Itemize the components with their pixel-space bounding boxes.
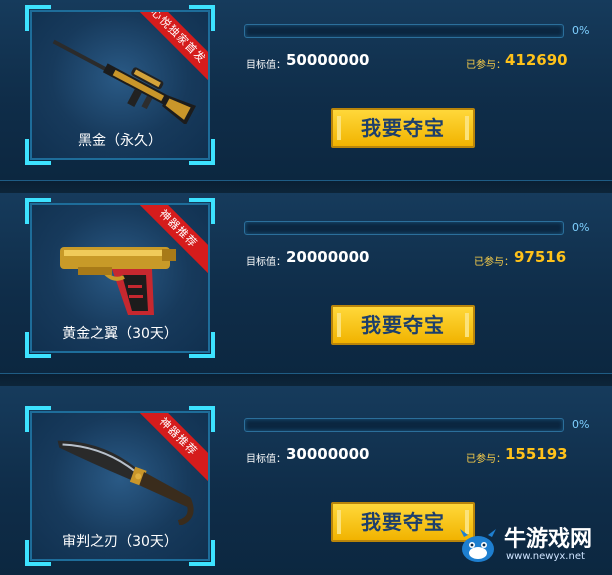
target-value: 50000000 bbox=[286, 51, 370, 69]
joined-value: 155193 bbox=[505, 445, 568, 463]
target-value: 20000000 bbox=[286, 248, 370, 266]
grab-treasure-button[interactable]: 我要夺宝 bbox=[331, 502, 475, 542]
grab-treasure-button[interactable]: 我要夺宝 bbox=[331, 108, 475, 148]
progress-percent: 0% bbox=[572, 221, 590, 234]
watermark-url: www.newyx.net bbox=[506, 551, 585, 562]
prize-card[interactable]: 神器推荐 审判之刃（30天） bbox=[30, 411, 210, 561]
target-label: 目标值： bbox=[246, 257, 286, 268]
prize-card[interactable]: 神器推荐 黄金之翼（30天） bbox=[30, 203, 210, 353]
joined-value: 412690 bbox=[505, 51, 568, 69]
prize-row-3: 神器推荐 审判之刃（30天） 0% 目标值： 30000000 已参与： 155… bbox=[0, 386, 612, 575]
row-divider bbox=[0, 373, 612, 387]
item-name: 黄金之翼（30天） bbox=[62, 326, 178, 342]
item-name: 审判之刃（30天） bbox=[62, 534, 178, 550]
target-label: 目标值： bbox=[246, 454, 286, 465]
joined-label: 已参与： bbox=[466, 454, 506, 465]
watermark-text: 牛游戏网 bbox=[504, 527, 593, 552]
cow-logo-icon bbox=[460, 529, 496, 562]
progress-percent: 0% bbox=[572, 418, 590, 431]
prize-row-2: 神器推荐 黄金之翼（30天） 0% 目标值： 20000000 已参与： 975… bbox=[0, 193, 612, 373]
progress-percent: 0% bbox=[572, 24, 590, 37]
joined-label: 已参与： bbox=[474, 257, 514, 268]
target-label: 目标值： bbox=[246, 60, 286, 71]
progress-bar bbox=[244, 418, 564, 432]
row-divider bbox=[0, 180, 612, 194]
prize-card[interactable]: 心悦独家首发 黑金（永久） bbox=[30, 10, 210, 160]
target-value: 30000000 bbox=[286, 445, 370, 463]
item-name: 黑金（永久） bbox=[78, 133, 162, 149]
progress-bar bbox=[244, 24, 564, 38]
prize-row-1: 心悦独家首发 黑金（永久） 0% 目标值： 50000000 已参与： 4126… bbox=[0, 0, 612, 180]
joined-value: 97516 bbox=[514, 248, 567, 266]
site-watermark: 牛游戏网 www.newyx.net bbox=[456, 521, 606, 571]
progress-bar bbox=[244, 221, 564, 235]
joined-label: 已参与： bbox=[466, 60, 506, 71]
grab-treasure-button[interactable]: 我要夺宝 bbox=[331, 305, 475, 345]
